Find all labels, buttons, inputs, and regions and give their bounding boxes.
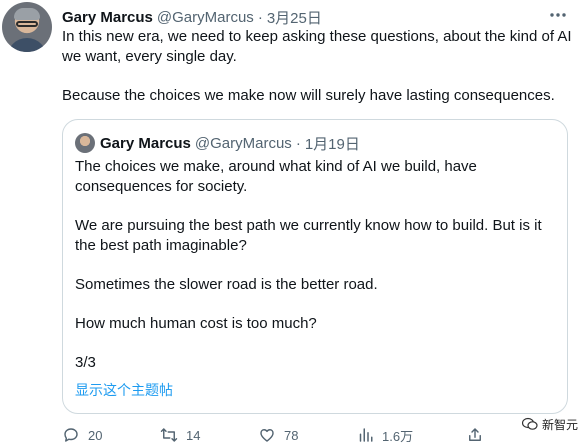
author-name[interactable]: Gary Marcus — [62, 9, 153, 26]
author-handle[interactable]: @GaryMarcus — [157, 9, 254, 26]
share-button[interactable] — [466, 424, 492, 446]
quoted-paragraph: The choices we make, around what kind of… — [75, 158, 477, 195]
quoted-paragraph: How much human cost is too much? — [75, 315, 317, 332]
tweet-paragraph: Because the choices we make now will sur… — [62, 87, 555, 104]
reply-count: 20 — [88, 427, 103, 443]
tweet-paragraph: In this new era, we need to keep asking … — [62, 28, 572, 65]
quoted-date: 1月19日 — [304, 135, 360, 153]
quoted-text: The choices we make, around what kind of… — [75, 157, 555, 373]
avatar-glasses — [16, 21, 38, 27]
share-icon — [469, 428, 481, 441]
action-bar: 20 14 78 1.6万 — [62, 424, 572, 446]
separator-dot: · — [295, 134, 301, 152]
quoted-paragraph: Sometimes the slower road is the better … — [75, 276, 378, 293]
tweet-date[interactable]: 3月25日 — [267, 7, 322, 28]
retweet-icon — [160, 428, 178, 442]
quoted-tweet[interactable]: Gary Marcus @GaryMarcus · 1月19日 The choi… — [62, 119, 568, 414]
quoted-paragraph: 3/3 — [75, 354, 96, 371]
views-icon — [359, 428, 373, 442]
reply-icon — [64, 428, 78, 442]
avatar-shirt — [7, 38, 47, 52]
show-thread-link[interactable]: 显示这个主题帖 — [75, 380, 173, 400]
quoted-avatar — [75, 133, 95, 153]
tweet-header: Gary Marcus @GaryMarcus · 3月25日 — [62, 7, 322, 27]
tweet-text: In this new era, we need to keep asking … — [62, 27, 572, 106]
avatar-hair — [14, 8, 40, 20]
like-count: 78 — [284, 427, 299, 443]
like-button[interactable]: 78 — [258, 424, 298, 446]
separator-dot: · — [257, 8, 263, 26]
views-button[interactable]: 1.6万 — [356, 424, 413, 446]
retweet-count: 14 — [186, 427, 201, 443]
views-count: 1.6万 — [382, 428, 414, 444]
more-icon[interactable] — [546, 5, 570, 25]
quoted-author-name: Gary Marcus — [100, 134, 191, 152]
quoted-paragraph: We are pursuing the best path we current… — [75, 217, 542, 254]
quoted-author-handle: @GaryMarcus — [194, 134, 292, 152]
reply-button[interactable]: 20 — [62, 424, 102, 446]
retweet-button[interactable]: 14 — [160, 424, 200, 446]
tweet[interactable]: Gary Marcus @GaryMarcus · 3月25日 In this … — [0, 0, 584, 448]
avatar[interactable] — [2, 2, 52, 52]
like-icon — [260, 429, 274, 442]
quoted-header: Gary Marcus @GaryMarcus · 1月19日 — [100, 133, 360, 153]
